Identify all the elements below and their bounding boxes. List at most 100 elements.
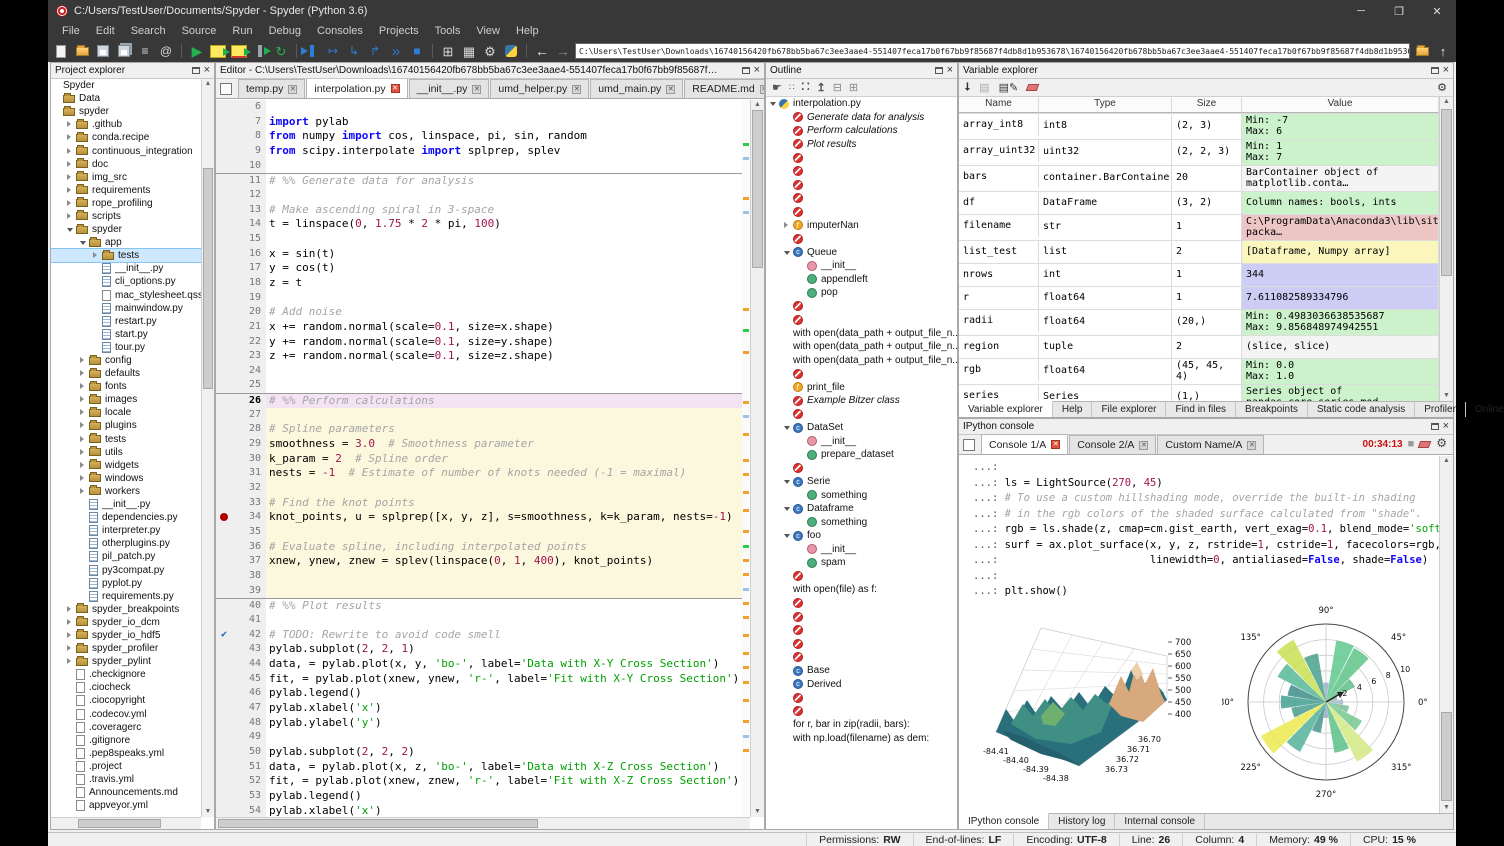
tree-item-.project[interactable]: .project (51, 760, 201, 773)
gutter-spacer[interactable] (216, 203, 232, 218)
tree-item-spyder_io_dcm[interactable]: spyder_io_dcm (51, 616, 201, 629)
close-tab-icon[interactable]: ✕ (572, 85, 581, 94)
gutter-spacer[interactable] (216, 129, 232, 144)
close-pane-icon[interactable]: × (947, 65, 953, 76)
gutter-spacer[interactable] (216, 217, 232, 232)
tree-item-py3compat.py[interactable]: py3compat.py (51, 563, 201, 576)
code-line[interactable]: 11# %% Generate data for analysis (216, 173, 742, 188)
tab-Internal console[interactable]: Internal console (1115, 814, 1205, 829)
code-line[interactable]: 21x += random.normal(scale=0.1, size=x.s… (216, 320, 742, 335)
tree-item-.coveragerc[interactable]: .coveragerc (51, 721, 201, 734)
remove-variables-icon[interactable] (1026, 84, 1040, 91)
tree-item-workers[interactable]: workers (51, 485, 201, 498)
editor-gutter[interactable]: 36 (216, 540, 266, 555)
close-pane-icon[interactable]: × (1443, 421, 1449, 432)
gutter-spacer[interactable] (216, 422, 232, 437)
outline-item-cell[interactable] (766, 705, 957, 719)
outline-item-cell[interactable] (766, 192, 957, 206)
fullscreen-icon[interactable]: ⛚ (802, 81, 810, 94)
tree-item-appveyor.yml[interactable]: appveyor.yml (51, 799, 201, 812)
tree-item-requirements[interactable]: requirements (51, 184, 201, 197)
close-tab-icon[interactable]: ✕ (1051, 440, 1060, 449)
editor-gutter[interactable]: 39 (216, 584, 266, 599)
code-line[interactable]: 38 (216, 569, 742, 584)
chevron-right-icon[interactable] (80, 460, 89, 471)
tree-item-otherplugins.py[interactable]: otherplugins.py (51, 537, 201, 550)
project-vertical-scrollbar[interactable]: ▲▼ (201, 79, 214, 817)
gutter-spacer[interactable] (216, 481, 232, 496)
gutter-spacer[interactable] (216, 540, 232, 555)
tab-File explorer[interactable]: File explorer (1092, 402, 1166, 417)
outline-item-cell[interactable] (766, 232, 957, 246)
console-output[interactable]: ...:...: ls = LightSource(270, 45)...: #… (959, 456, 1439, 813)
gutter-spacer[interactable] (216, 335, 232, 350)
close-tab-icon[interactable]: ✕ (666, 85, 675, 94)
toolbar-run-button[interactable]: ▶ (188, 42, 206, 60)
outline-item-cell[interactable] (766, 637, 957, 651)
gutter-spacer[interactable] (216, 115, 232, 130)
import-data-icon[interactable]: ⭣ (965, 81, 970, 94)
variable-row-list_test[interactable]: list_testlist2[Dataframe, Numpy array] (959, 241, 1439, 264)
outline-item-Derived[interactable]: cDerived (766, 678, 957, 692)
close-tab-icon[interactable]: ✕ (1139, 441, 1148, 450)
editor-gutter[interactable]: 37 (216, 554, 266, 569)
code-line[interactable]: 36# Evaluate spline, including interpola… (216, 540, 742, 555)
chevron-right-icon[interactable] (80, 355, 89, 366)
tree-item-.travis.yml[interactable]: .travis.yml (51, 773, 201, 786)
close-tab-icon[interactable]: ✕ (472, 85, 481, 94)
tree-item-pil_patch.py[interactable]: pil_patch.py (51, 550, 201, 563)
code-line[interactable]: 45fit, = pylab.plot(xnew, ynew, 'r-', la… (216, 672, 742, 687)
code-line[interactable]: 13# Make ascending spiral in 3-space (216, 203, 742, 218)
editor-gutter[interactable]: 33 (216, 496, 266, 511)
expand-all-icon[interactable]: ⊞ (849, 81, 858, 94)
outline-item-cell[interactable] (766, 462, 957, 476)
tree-item-Spyder[interactable]: Spyder (51, 79, 201, 92)
editor-tab-interpolation.py[interactable]: interpolation.py✕ (306, 79, 407, 98)
toolbar-fullscreen-button[interactable]: ▦ (460, 42, 478, 60)
code-line[interactable]: 49 (216, 730, 742, 745)
outline-item-Queue[interactable]: cQueue (766, 246, 957, 260)
tree-item-doc[interactable]: doc (51, 158, 201, 171)
outline-item-Dataframe[interactable]: cDataframe (766, 502, 957, 516)
code-line[interactable]: ✔42# TODO: Rewrite to avoid code smell (216, 628, 742, 643)
chevron-down-icon[interactable] (770, 98, 779, 109)
chevron-right-icon[interactable] (80, 420, 89, 431)
outline-item-interpolation.py[interactable]: interpolation.py (766, 97, 957, 111)
working-directory-input[interactable]: C:\Users\TestUser\Downloads\16740156420f… (575, 43, 1410, 59)
variable-row-filename[interactable]: filenamestr1C:\ProgramData\Anaconda3\lib… (959, 215, 1439, 241)
column-header-Value[interactable]: Value (1242, 97, 1439, 113)
chevron-right-icon[interactable] (67, 630, 76, 641)
gutter-spacer[interactable] (216, 789, 232, 804)
code-line[interactable]: 25 (216, 378, 742, 393)
tab-Help[interactable]: Help (1053, 402, 1093, 417)
console-tab-Console 1/A[interactable]: Console 1/A✕ (981, 434, 1068, 454)
toolbar-step-into-button[interactable]: ↳ (345, 42, 363, 60)
chevron-right-icon[interactable] (67, 146, 76, 157)
variable-vertical-scrollbar[interactable]: ▲▼ (1439, 97, 1453, 401)
chevron-right-icon[interactable] (67, 172, 76, 183)
chevron-right-icon[interactable] (67, 656, 76, 667)
editor-gutter[interactable]: 43 (216, 642, 266, 657)
minimize-button[interactable]: ─ (1342, 0, 1380, 22)
editor-gutter[interactable]: 25 (216, 378, 266, 393)
outline-item-__init__[interactable]: __init__ (766, 543, 957, 557)
gutter-spacer[interactable] (216, 613, 232, 628)
menu-search[interactable]: Search (123, 25, 174, 37)
outline-item-prepare_dataset[interactable]: prepare_dataset (766, 448, 957, 462)
outline-item-cell[interactable] (766, 610, 957, 624)
outline-item-__init__[interactable]: __init__ (766, 435, 957, 449)
tree-item-tests[interactable]: tests (51, 433, 201, 446)
gutter-spacer[interactable] (216, 657, 232, 672)
tree-item-start.py[interactable]: start.py (51, 328, 201, 341)
browse-tabs-icon[interactable] (963, 439, 975, 451)
editor-gutter[interactable]: 53 (216, 789, 266, 804)
menu-run[interactable]: Run (224, 25, 260, 37)
tree-item-images[interactable]: images (51, 393, 201, 406)
gutter-spacer[interactable] (216, 261, 232, 276)
chevron-right-icon[interactable] (80, 473, 89, 484)
close-tab-icon[interactable]: ✕ (760, 85, 764, 94)
outline-item-imputerNan[interactable]: ƒimputerNan (766, 219, 957, 233)
tab-Find in files[interactable]: Find in files (1166, 402, 1236, 417)
gutter-spacer[interactable] (216, 247, 232, 262)
code-line[interactable]: 46pylab.legend() (216, 686, 742, 701)
